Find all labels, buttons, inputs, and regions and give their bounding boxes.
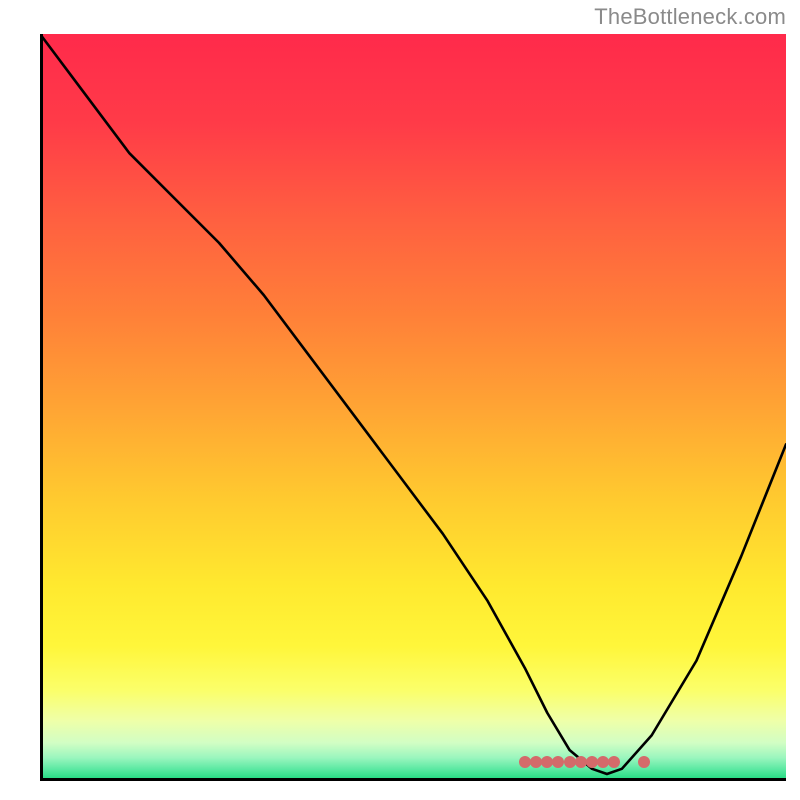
- marker-dot: [575, 756, 587, 768]
- marker-dot: [608, 756, 620, 768]
- x-axis: [40, 778, 786, 781]
- markers-group: [40, 34, 786, 780]
- y-axis: [40, 34, 43, 780]
- marker-dot: [586, 756, 598, 768]
- marker-dot: [552, 756, 564, 768]
- plot-area: [40, 34, 786, 780]
- attribution-text: TheBottleneck.com: [594, 4, 786, 30]
- marker-dot: [638, 756, 650, 768]
- marker-dot: [519, 756, 531, 768]
- marker-dot: [541, 756, 553, 768]
- marker-dot: [530, 756, 542, 768]
- marker-dot: [564, 756, 576, 768]
- marker-dot: [597, 756, 609, 768]
